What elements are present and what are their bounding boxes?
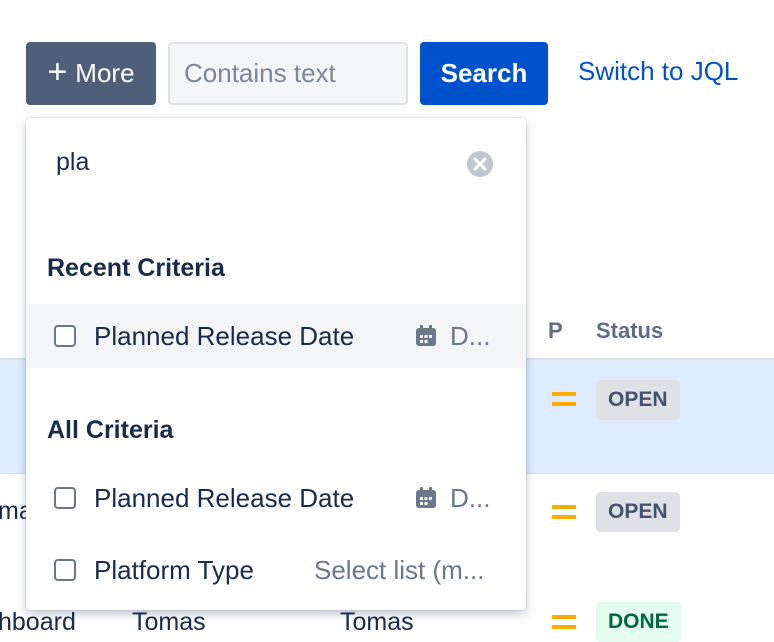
criteria-type: D... <box>414 321 490 352</box>
status-badge: OPEN <box>596 492 680 532</box>
status-badge: OPEN <box>596 380 680 420</box>
criteria-option-planned-release-date-recent[interactable]: Planned Release Date D... <box>26 304 526 368</box>
criteria-option-planned-release-date[interactable]: Planned Release Date D... <box>26 466 526 530</box>
calendar-icon <box>416 487 436 508</box>
plus-icon: + <box>47 53 68 91</box>
criteria-type-label: D... <box>450 482 491 513</box>
all-criteria-heading: All Criteria <box>47 416 174 444</box>
criteria-option-label: Planned Release Date <box>94 320 355 351</box>
priority-medium-icon <box>552 392 576 406</box>
switch-to-jql-link[interactable]: Switch to JQL <box>578 56 738 87</box>
criteria-dropdown: pla Recent Criteria Planned Release Date… <box>26 118 526 610</box>
criteria-option-label: Planned Release Date <box>94 482 355 513</box>
status-badge: DONE <box>596 602 681 642</box>
checkbox[interactable] <box>54 487 76 509</box>
clear-icon[interactable] <box>466 150 494 178</box>
criteria-type: D... <box>414 483 490 514</box>
contains-text-input[interactable] <box>168 42 408 105</box>
more-criteria-button[interactable]: + More <box>26 42 156 105</box>
priority-medium-icon <box>552 505 576 519</box>
checkbox[interactable] <box>54 325 76 347</box>
calendar-icon <box>416 325 436 346</box>
table-cell-reporter[interactable]: Tomas <box>340 608 414 637</box>
criteria-type-label: D... <box>450 320 491 351</box>
criteria-option-label: Platform Type <box>94 554 254 585</box>
criteria-search-input[interactable]: pla <box>56 148 89 177</box>
table-cell-summary[interactable]: hboard <box>0 608 76 637</box>
priority-medium-icon <box>552 615 576 629</box>
checkbox[interactable] <box>54 559 76 581</box>
column-header-priority[interactable]: P <box>548 318 563 344</box>
more-button-label: More <box>75 58 135 88</box>
criteria-type-label: Select list (m... <box>314 554 485 585</box>
criteria-option-platform-type[interactable]: Platform Type Select list (m... <box>26 538 526 602</box>
column-header-status[interactable]: Status <box>596 318 663 344</box>
recent-criteria-heading: Recent Criteria <box>47 254 225 282</box>
search-button[interactable]: Search <box>420 42 548 105</box>
table-cell-assignee[interactable]: Tomas <box>132 608 206 637</box>
